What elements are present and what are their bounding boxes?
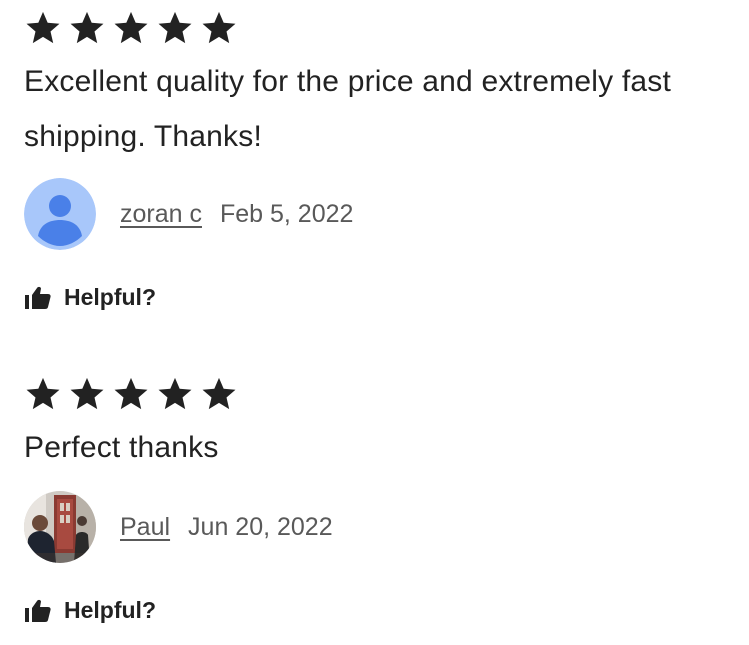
star-icon: [68, 9, 106, 47]
helpful-button[interactable]: Helpful?: [24, 593, 724, 627]
star-icon: [68, 375, 106, 413]
review-meta: zoran c Feb 5, 2022: [24, 178, 724, 250]
star-icon: [156, 375, 194, 413]
review-date: Jun 20, 2022: [188, 512, 333, 541]
review-meta: Paul Jun 20, 2022: [24, 491, 724, 563]
star-icon: [112, 375, 150, 413]
review-date: Feb 5, 2022: [219, 199, 354, 228]
review-text: Perfect thanks: [24, 431, 219, 464]
thumbs-up-icon: [24, 597, 52, 623]
helpful-button[interactable]: Helpful?: [24, 280, 724, 314]
star-icon: [200, 9, 238, 47]
review-card: Perfect thanks Paul Jun 20, 2022 Helpful…: [24, 374, 724, 627]
review-text: Excellent quality for the price and extr…: [24, 65, 671, 153]
star-icon: [112, 9, 150, 47]
default-person-avatar[interactable]: [24, 178, 96, 250]
helpful-label: Helpful?: [64, 283, 156, 310]
star-rating: [24, 374, 724, 414]
helpful-label: Helpful?: [64, 596, 156, 623]
star-icon: [24, 375, 62, 413]
thumbs-up-icon: [24, 284, 52, 310]
photo-avatar[interactable]: [24, 491, 96, 563]
author-link[interactable]: zoran c: [120, 200, 202, 229]
star-icon: [24, 9, 62, 47]
review-card: Excellent quality for the price and extr…: [24, 8, 724, 314]
star-icon: [200, 375, 238, 413]
star-rating: [24, 8, 724, 48]
author-link[interactable]: Paul: [120, 513, 170, 542]
star-icon: [156, 9, 194, 47]
